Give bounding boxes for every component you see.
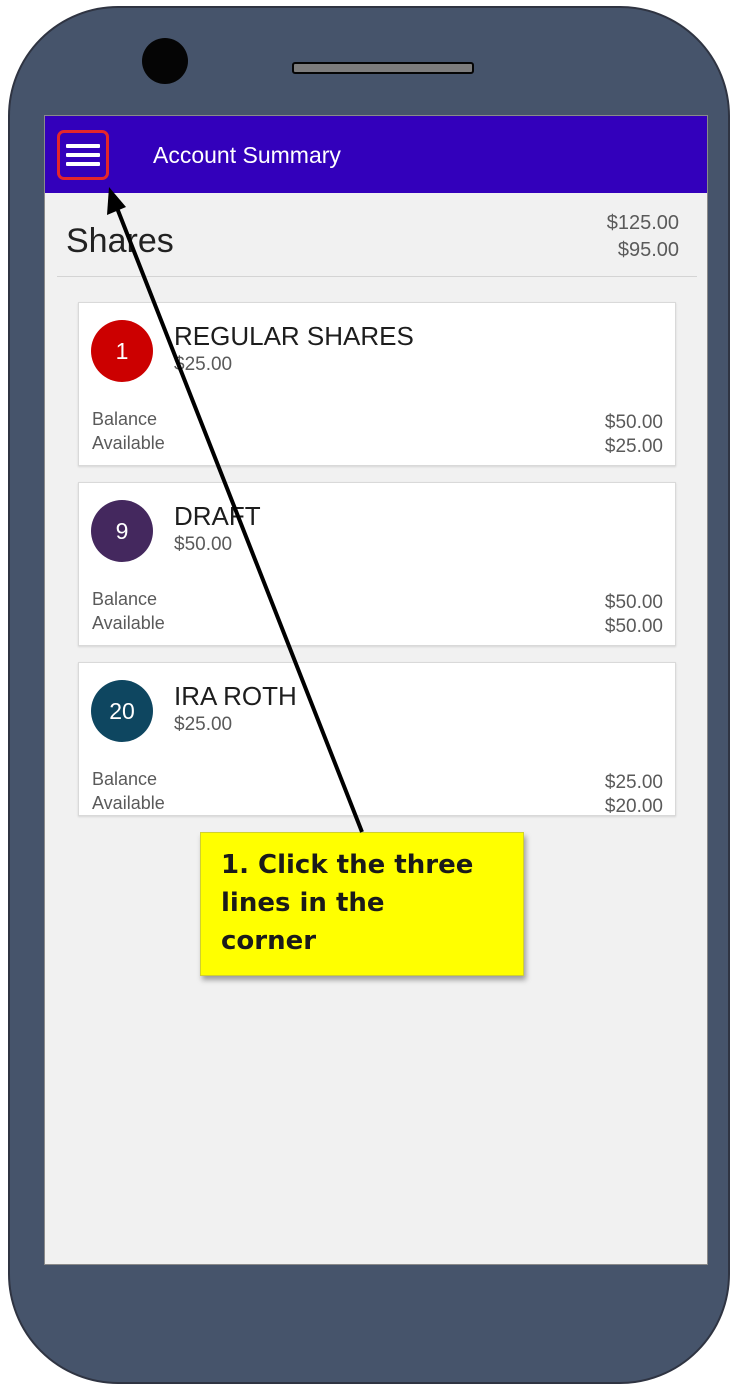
balance-label: Balance: [92, 769, 158, 789]
menu-line: [66, 153, 100, 157]
available-value: $20.00: [604, 796, 663, 817]
account-labels: Balance Available: [92, 407, 165, 455]
speaker-grille: [292, 62, 474, 74]
menu-line: [66, 144, 100, 148]
balance-label: Balance: [92, 409, 158, 429]
account-values: $50.00 $50.00: [605, 591, 663, 639]
balance-label: Balance: [92, 589, 158, 609]
available-label: Available: [92, 793, 165, 813]
account-values: $25.00 $20.00: [605, 771, 663, 819]
account-values: $50.00 $25.00: [605, 411, 663, 459]
balance-value: $50.00: [604, 412, 663, 433]
hamburger-menu-icon[interactable]: [57, 130, 109, 180]
section-total-balance: $125.00: [606, 212, 679, 234]
account-number-badge: 9: [91, 500, 153, 562]
available-value: $50.00: [604, 616, 663, 637]
camera-icon: [142, 38, 188, 84]
account-card-draft[interactable]: 9 DRAFT $50.00 Balance Available $50.00 …: [78, 482, 676, 646]
account-number-badge: 1: [91, 320, 153, 382]
section-totals: $125.00 $95.00: [607, 210, 679, 264]
account-list: 1 REGULAR SHARES $25.00 Balance Availabl…: [78, 302, 676, 832]
section-total-available: $95.00: [617, 239, 679, 261]
menu-line: [66, 162, 100, 166]
instruction-callout: 1. Click the three lines in the corner: [200, 832, 524, 976]
account-amount: $25.00: [174, 714, 233, 735]
account-labels: Balance Available: [92, 587, 165, 635]
section-header: Shares $125.00 $95.00: [57, 196, 697, 277]
section-title: Shares: [66, 222, 174, 260]
account-name: DRAFT: [174, 501, 261, 531]
account-name: IRA ROTH: [174, 681, 297, 711]
app-bar: Account Summary: [45, 116, 707, 193]
available-label: Available: [92, 433, 165, 453]
account-amount: $50.00: [174, 534, 233, 555]
account-number-badge: 20: [91, 680, 153, 742]
page-title: Account Summary: [153, 142, 341, 168]
account-name: REGULAR SHARES: [174, 321, 414, 351]
account-labels: Balance Available: [92, 767, 165, 815]
account-card-regular-shares[interactable]: 1 REGULAR SHARES $25.00 Balance Availabl…: [78, 302, 676, 466]
available-value: $25.00: [604, 436, 663, 457]
available-label: Available: [92, 613, 165, 633]
account-amount: $25.00: [174, 354, 233, 375]
balance-value: $50.00: [604, 592, 663, 613]
balance-value: $25.00: [604, 772, 663, 793]
account-card-ira-roth[interactable]: 20 IRA ROTH $25.00 Balance Available $25…: [78, 662, 676, 819]
phone-screen: Account Summary Shares $125.00 $95.00 1 …: [44, 115, 708, 1265]
